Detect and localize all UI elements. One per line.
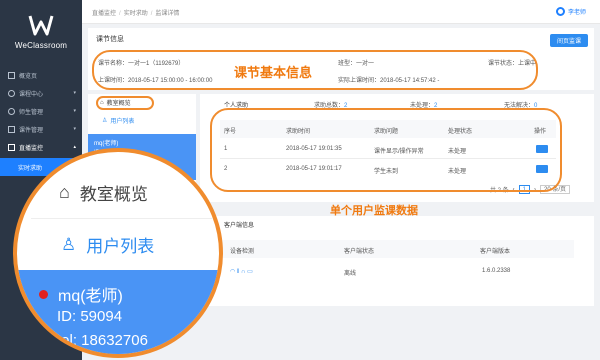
online-dot-icon [39,289,48,299]
top-bar: 直播监控 / 实时求助 / 监课详情 李老师 [82,0,600,24]
client-status: 离线 [344,271,357,277]
client-version: 1.6.0.2338 [482,268,511,274]
app-logo[interactable]: WeClassroom [0,0,82,62]
breadcrumb-item[interactable]: 实时求助 [124,11,148,17]
logo-icon [28,15,54,35]
file-icon [8,125,15,133]
home-icon: ⌂ [59,182,70,202]
logo-text: WeClassroom [14,40,68,50]
highlight-outline [210,108,562,192]
breadcrumb-item: 监课详情 [155,11,180,17]
sidebar-item-courseware[interactable]: 课件管理 ▾ [0,120,82,138]
home-icon [8,71,15,79]
highlight-outline [92,50,538,90]
monitor-icon [8,143,15,151]
table-header: 设备检测 客户端状态 客户端版本 [220,240,574,258]
section-title: 客户端信息 [224,223,255,229]
course-icon [8,89,15,97]
magnifier-zoom: ⌂ 教室概览 ♙ 用户列表 mq(老师) ID: 59094 tel: 186327… [13,148,223,358]
user-icon: ♙ [102,118,108,124]
wifi-icon: ◠ [230,269,236,275]
sidebar-item-courses[interactable]: 课程中心 ▾ [0,84,82,102]
user-menu[interactable]: 李老师 [555,7,586,16]
sidebar-item-overview[interactable]: 概览页 [0,66,82,84]
camera-icon: ▭ [247,269,253,275]
callout-basic-info: 课节基本信息 [234,65,313,80]
tab-overview-zoom: ⌂ 教室概览 [59,182,148,204]
tab-user-list[interactable]: ♙ 用户列表 [102,116,134,125]
watch-button[interactable]: 间页监课 [550,34,588,47]
device-check-icons: ◠ ǁ ∩ ▭ [230,268,253,275]
breadcrumb-item[interactable]: 直播监控 [92,11,116,17]
sidebar-item-teachers[interactable]: 师生管理 ▾ [0,102,82,120]
user-icon [8,107,15,115]
chevron-down-icon: ▾ [73,126,76,132]
headset-icon: ∩ [241,269,246,275]
mic-icon: ǁ [236,269,240,275]
tab-user-list-zoom: ♙ 用户列表 [61,234,155,257]
avatar [555,7,565,16]
chevron-up-icon: ▴ [73,144,76,150]
chevron-down-icon: ▾ [73,90,76,96]
client-panel: 客户端信息 设备检测 客户端状态 客户端版本 ◠ ǁ ∩ ▭ 离线 1.6.0.… [200,216,594,306]
user-card-zoom: mq(老师) ID: 59094 tel: 18632706 [17,270,219,354]
section-title: 课节信息 [96,36,124,43]
user-icon: ♙ [61,234,77,254]
chevron-down-icon: ▾ [73,108,76,114]
tab-highlight-outline [96,96,154,110]
breadcrumb: 直播监控 / 实时求助 / 监课详情 [92,11,180,17]
